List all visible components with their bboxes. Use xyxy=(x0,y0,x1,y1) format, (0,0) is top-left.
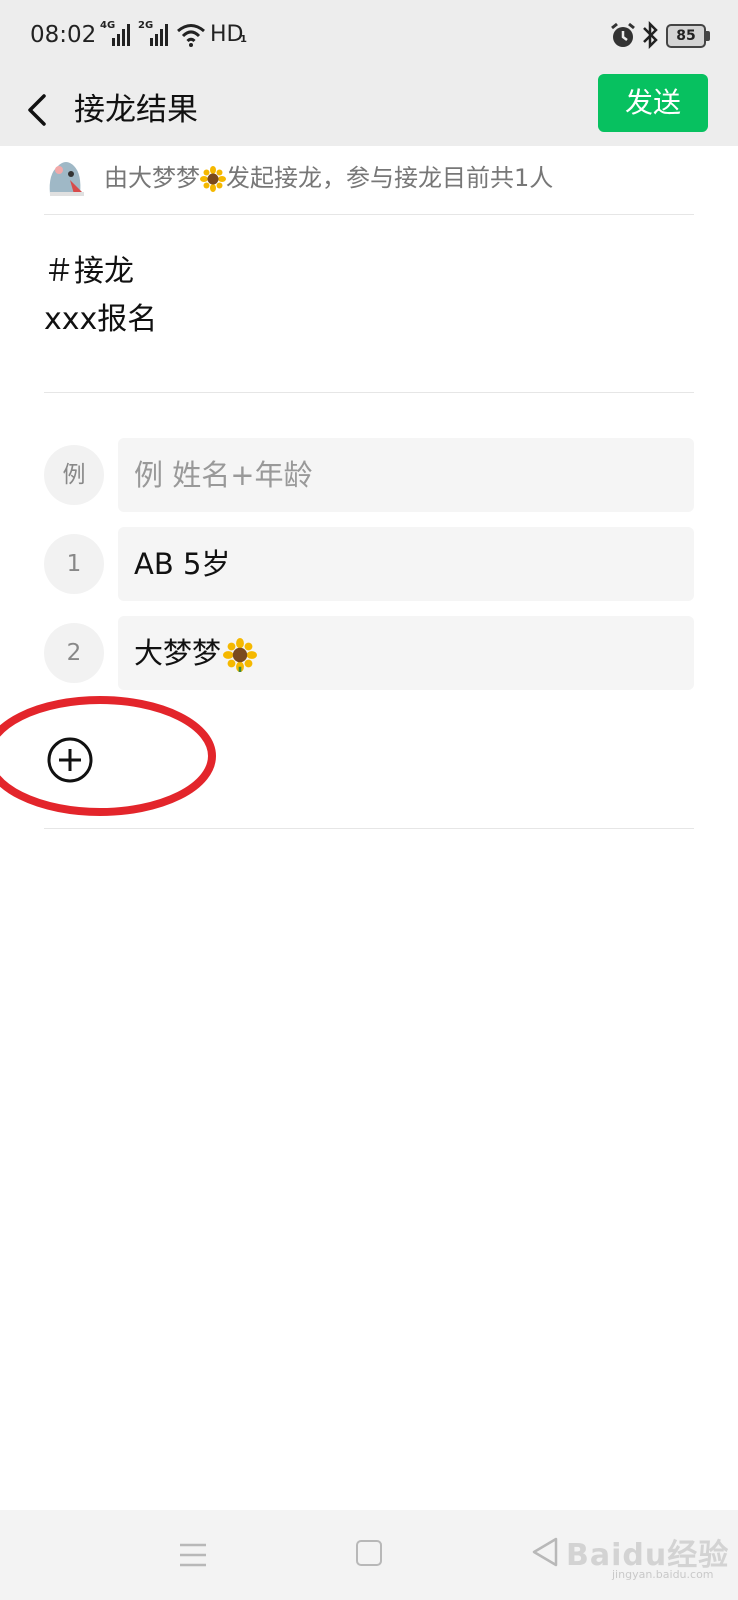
back-chevron-icon[interactable] xyxy=(18,84,58,136)
sunflower-emoji-icon xyxy=(223,638,258,672)
divider xyxy=(44,214,694,215)
battery-tip xyxy=(706,31,710,41)
wifi-icon xyxy=(177,24,205,47)
menu-icon[interactable] xyxy=(178,1542,208,1568)
solitaire-info-text: 由大梦梦 发起接龙，参与接龙目前共1人 xyxy=(104,160,553,196)
entry-input[interactable]: AB 5岁 xyxy=(118,527,694,601)
solitaire-description: ＃接龙 xxx报名 xyxy=(44,248,157,344)
description-line-1: ＃接龙 xyxy=(44,254,134,289)
list-item: 1 AB 5岁 xyxy=(44,527,694,601)
sunflower-emoji-icon xyxy=(200,166,226,192)
system-navigation-bar: Baidu经验 jingyan.baidu.com xyxy=(0,1510,738,1600)
send-button[interactable]: 发送 xyxy=(598,74,708,132)
back-triangle-icon[interactable] xyxy=(530,1536,560,1568)
example-entry: 例 例 姓名+年龄 xyxy=(44,438,694,512)
alarm-icon xyxy=(611,22,635,47)
page-title: 接龙结果 xyxy=(74,92,198,128)
navigation-bar: 接龙结果 发送 xyxy=(0,74,738,146)
divider xyxy=(44,392,694,393)
solitaire-info: 由大梦梦 发起接龙，参与接龙目前共1人 xyxy=(44,150,694,214)
hd-indicator: HD xyxy=(210,22,244,47)
divider xyxy=(44,828,694,829)
status-time: 08:02 xyxy=(30,22,97,48)
status-bar: 08:02 4G 2G HD 1 85 xyxy=(0,0,738,74)
bluetooth-icon xyxy=(643,20,658,50)
entry-index: 例 xyxy=(44,445,104,505)
entry-index: 2 xyxy=(44,623,104,683)
battery-icon: 85 xyxy=(666,24,706,48)
list-item: 2 大梦梦 xyxy=(44,616,694,690)
add-circle-icon[interactable] xyxy=(46,736,94,784)
annotation-circle xyxy=(0,696,216,816)
entry-input[interactable]: 大梦梦 xyxy=(118,616,694,690)
watermark-sub: jingyan.baidu.com xyxy=(612,1568,714,1581)
entry-text: 大梦梦 xyxy=(134,636,222,670)
hd-indicator-sub: 1 xyxy=(240,34,247,45)
avatar-icon xyxy=(44,154,88,198)
info-suffix: 发起接龙，参与接龙目前共1人 xyxy=(226,164,554,192)
info-prefix: 由大梦梦 xyxy=(104,164,200,192)
description-line-2: xxx报名 xyxy=(44,302,158,337)
example-entry-field: 例 姓名+年龄 xyxy=(118,438,694,512)
entry-index: 1 xyxy=(44,534,104,594)
home-button[interactable] xyxy=(356,1540,382,1566)
battery-level: 85 xyxy=(676,28,696,44)
